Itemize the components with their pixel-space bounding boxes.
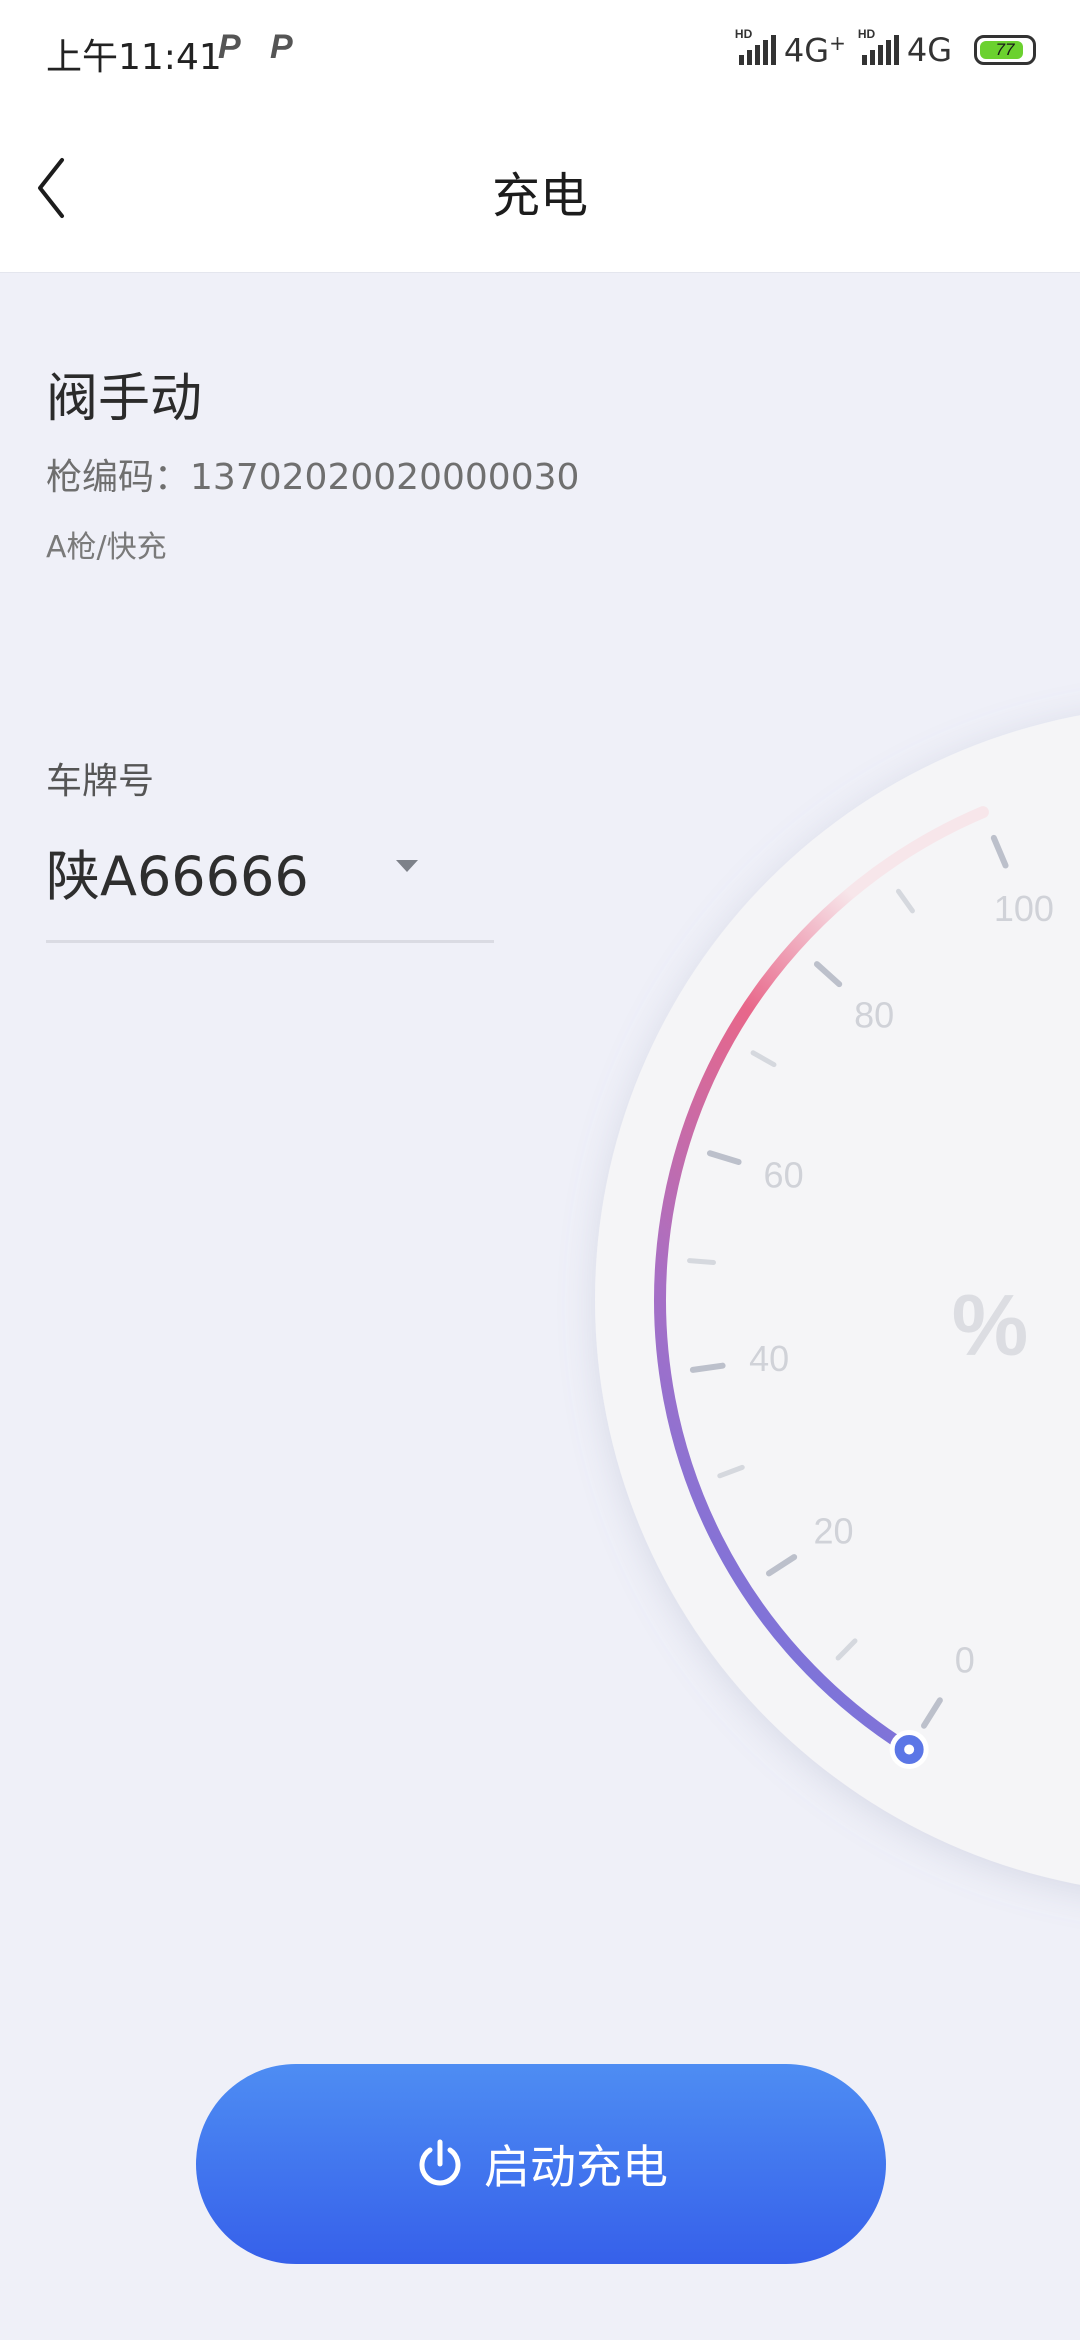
gun-code-label: 枪编码 (46, 457, 155, 498)
charge-gauge: 0 20 40 60 80 100 % (595, 715, 1080, 1885)
gauge-unit: % (952, 1278, 1028, 1374)
gauge-tick (717, 1464, 745, 1479)
gauge-tick (990, 834, 1009, 869)
gauge-tick (895, 888, 915, 914)
battery-icon: 77 (974, 35, 1036, 65)
gauge-tick (687, 1258, 716, 1265)
network-type: 4G (906, 31, 952, 69)
power-icon (419, 2139, 461, 2186)
gauge-tick (920, 1697, 943, 1729)
gauge-tick (765, 1554, 798, 1577)
station-name: 阀手动 (46, 369, 203, 429)
p-notification-icon: P (270, 28, 293, 66)
gauge-tick (750, 1050, 777, 1068)
gun-code-value: 13702020020000030 (190, 457, 580, 498)
page-title: 充电 (491, 168, 588, 224)
gauge-pointer-ring (889, 1729, 929, 1769)
gun-code: 枪编码：13702020020000030 (46, 457, 580, 498)
gauge-tick-label: 100 (994, 888, 1054, 929)
signal-icon: HD (858, 27, 899, 65)
gauge-tick (835, 1638, 858, 1661)
gauge-tick-label: 80 (854, 995, 894, 1036)
p-notification-icon: P (218, 28, 241, 66)
gauge-tick (689, 1362, 726, 1373)
gauge-pointer (889, 1729, 929, 1769)
caret-down-icon (396, 860, 418, 872)
gauge-tick (813, 961, 843, 988)
start-charging-button[interactable]: 启动充电 (196, 2064, 886, 2264)
gauge-arc (654, 806, 989, 1756)
plate-value: 陕A66666 (46, 845, 309, 908)
gauge-tick (706, 1150, 742, 1166)
status-bar: 上午11:41 P P HD 4G+ HD 4G 77 (0, 0, 1080, 100)
gauge-tick-label: 20 (814, 1510, 854, 1551)
gauge-tick-label: 60 (764, 1155, 804, 1196)
gauge-dial (595, 715, 1080, 1885)
gauge-ticks (687, 834, 1009, 1729)
plate-select[interactable]: 陕A66666 (46, 820, 494, 943)
gauge-tick-label: 0 (955, 1639, 975, 1680)
gun-type: A枪/快充 (46, 530, 167, 565)
gauge-tick-label: 40 (749, 1338, 789, 1379)
status-time: 上午11:41 (46, 37, 222, 78)
network-type: 4G+ (783, 30, 846, 70)
gauge-pointer-dot (904, 1744, 915, 1755)
status-icons: HD 4G+ HD 4G 77 (735, 27, 1036, 70)
plate-label: 车牌号 (46, 761, 155, 802)
nav-bar: 充电 (0, 100, 1080, 273)
start-charging-label: 启动充电 (484, 2140, 668, 2194)
signal-icon: HD (735, 27, 776, 65)
gauge-labels: 0 20 40 60 80 100 (749, 888, 1054, 1681)
